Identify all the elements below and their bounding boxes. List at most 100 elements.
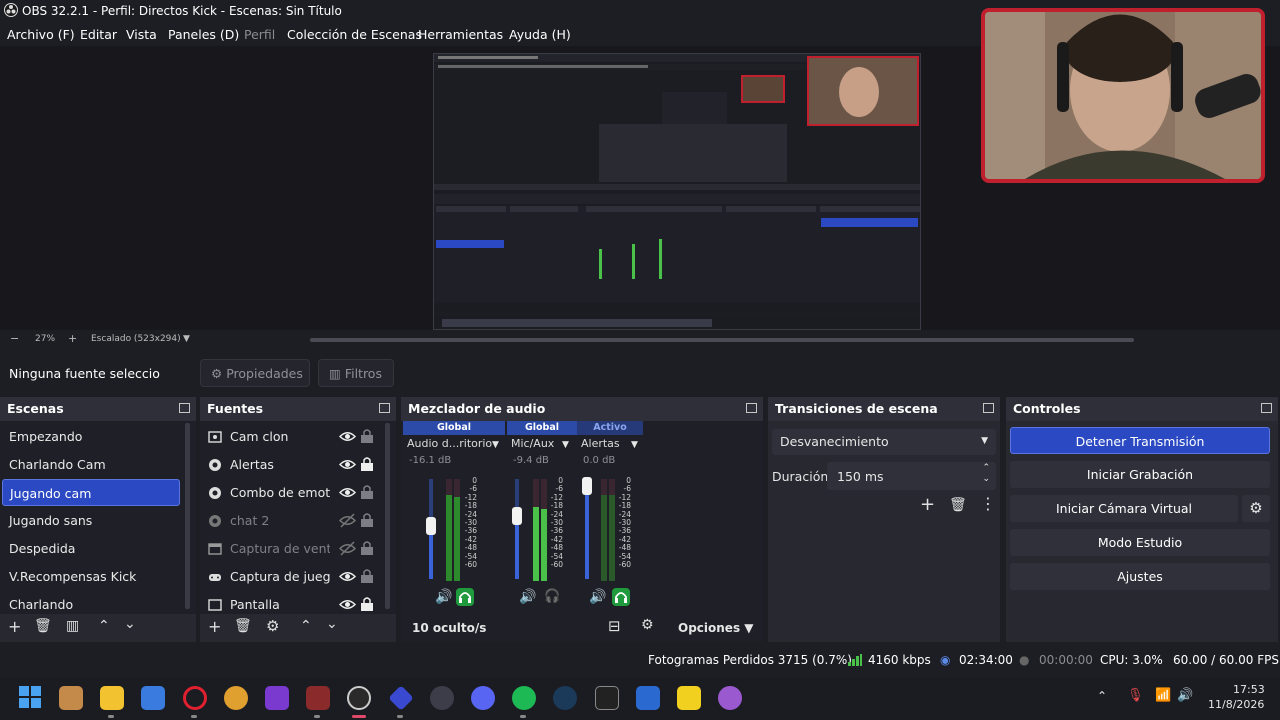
lock-icon[interactable] [360, 596, 374, 612]
windows-start-icon[interactable] [19, 686, 41, 708]
menu-paneles[interactable]: Paneles (D) [168, 27, 239, 42]
zoom-in-button[interactable]: + [68, 332, 77, 345]
spin-up-icon[interactable]: ⌃ [982, 463, 990, 473]
headphones-monitor-icon[interactable] [456, 588, 474, 606]
unlock-icon[interactable] [360, 568, 374, 584]
chrome-icon[interactable] [224, 686, 248, 710]
eye-hidden-icon[interactable] [339, 512, 356, 529]
folder-icon[interactable] [100, 686, 124, 710]
remove-scene-icon[interactable]: 🗑 [34, 618, 52, 634]
unlock-icon[interactable] [360, 428, 374, 444]
source-item[interactable]: Captura de ventana [204, 535, 376, 563]
unlock-icon[interactable] [360, 484, 374, 500]
remove-transition-icon[interactable]: 🗑 [949, 497, 967, 513]
move-down-icon[interactable]: ⌄ [124, 616, 136, 632]
filters-button[interactable]: ▥ Filtros [318, 359, 394, 387]
discord-icon[interactable] [471, 686, 495, 710]
source-item[interactable]: chat 2 [204, 507, 376, 535]
speaker-icon[interactable]: 🔊 [519, 589, 536, 605]
tray-overflow-icon[interactable]: ⌃ [1097, 689, 1107, 703]
spin-down-icon[interactable]: ⌄ [982, 474, 990, 484]
headphones-monitor-icon[interactable] [612, 588, 630, 606]
source-item[interactable]: Cam clon [204, 423, 376, 451]
start-recording-button[interactable]: Iniciar Grabación [1010, 461, 1270, 488]
channel-menu-icon[interactable]: ▼ [562, 440, 569, 450]
mixer-layout-icon[interactable]: ⊟ [608, 617, 621, 635]
headphones-off-icon[interactable]: 🎧 [544, 589, 560, 604]
add-source-icon[interactable]: + [208, 617, 221, 636]
transition-menu-icon[interactable]: ⋮ [980, 494, 996, 513]
twitch-app-icon[interactable] [718, 686, 742, 710]
transition-select[interactable]: Desvanecimiento ▼ [772, 429, 996, 455]
unlock-icon[interactable] [360, 512, 374, 528]
zoom-out-button[interactable]: − [10, 332, 19, 345]
scene-item[interactable]: Charlando [2, 591, 180, 613]
menu-archivo[interactable]: Archivo (F) [7, 27, 75, 42]
add-scene-icon[interactable]: + [8, 617, 21, 636]
undock-icon[interactable] [746, 403, 757, 413]
speaker-icon[interactable]: 🔊 [589, 589, 606, 605]
eye-icon[interactable] [339, 484, 356, 501]
scene-item[interactable]: Charlando Cam [2, 451, 180, 478]
clock-time[interactable]: 17:53 [1233, 683, 1265, 696]
undock-icon[interactable] [983, 403, 994, 413]
add-transition-icon[interactable]: + [920, 494, 935, 515]
opera-icon[interactable] [183, 686, 207, 710]
obs-icon[interactable] [347, 686, 371, 710]
move-down-icon[interactable]: ⌄ [326, 616, 338, 632]
scene-item[interactable]: V.Recompensas Kick [2, 563, 180, 590]
app-icon[interactable] [388, 685, 414, 711]
volume-slider-knob[interactable] [426, 517, 436, 535]
move-up-icon[interactable]: ⌃ [300, 618, 312, 634]
eye-icon[interactable] [339, 568, 356, 585]
channel-menu-icon[interactable]: ▼ [492, 440, 499, 450]
menu-vista[interactable]: Vista [126, 27, 157, 42]
steam-icon[interactable] [553, 686, 577, 710]
menu-ayuda[interactable]: Ayuda (H) [509, 27, 571, 42]
eye-hidden-icon[interactable] [339, 540, 356, 557]
menu-perfil[interactable]: Perfil [244, 27, 275, 42]
game-icon[interactable] [306, 686, 330, 710]
lock-icon[interactable] [360, 456, 374, 472]
file-explorer-icon[interactable] [59, 686, 83, 710]
menu-herramientas[interactable]: Herramientas [418, 27, 503, 42]
advanced-audio-icon[interactable]: ⚙ [641, 617, 654, 633]
source-item[interactable]: Captura de juego [204, 563, 376, 591]
unlock-icon[interactable] [360, 540, 374, 556]
vpn-icon[interactable] [636, 686, 660, 710]
preview-scrollbar[interactable] [310, 338, 1134, 342]
undock-icon[interactable] [379, 403, 390, 413]
speaker-icon[interactable]: 🔊 [435, 589, 452, 605]
epic-games-icon[interactable] [595, 686, 619, 710]
scale-dropdown-icon[interactable]: ▼ [183, 334, 190, 344]
mixer-options-button[interactable]: Opciones ▼ [678, 621, 754, 635]
virtual-camera-button[interactable]: Iniciar Cámara Virtual [1010, 495, 1238, 522]
menu-coleccion[interactable]: Colección de Escenas [287, 27, 422, 42]
volume-icon[interactable]: 🔊 [1177, 688, 1193, 703]
clipchamp-icon[interactable] [265, 686, 289, 710]
move-up-icon[interactable]: ⌃ [98, 618, 110, 634]
preview-canvas[interactable] [433, 53, 921, 330]
studio-mode-button[interactable]: Modo Estudio [1010, 529, 1270, 556]
volume-slider-knob[interactable] [512, 507, 522, 525]
scene-item[interactable]: Despedida [2, 535, 180, 562]
scene-filters-icon[interactable]: ▥ [66, 618, 79, 634]
clock-date[interactable]: 11/8/2026 [1208, 698, 1264, 711]
source-properties-icon[interactable]: ⚙ [266, 617, 279, 635]
microphone-icon[interactable]: 🎙 [1127, 688, 1144, 703]
stop-streaming-button[interactable]: Detener Transmisión [1010, 427, 1270, 454]
store-icon[interactable] [141, 686, 165, 710]
source-item[interactable]: Pantalla [204, 591, 376, 613]
source-item[interactable]: Combo de emotes [204, 479, 376, 507]
scene-item[interactable]: Jugando sans [2, 507, 180, 534]
sticky-notes-icon[interactable] [677, 686, 701, 710]
wifi-icon[interactable]: 📶 [1155, 688, 1171, 703]
volume-slider-knob[interactable] [582, 477, 592, 495]
scene-item[interactable]: Empezando [2, 423, 180, 450]
keyboard-app-icon[interactable] [430, 686, 454, 710]
eye-icon[interactable] [339, 596, 356, 613]
duration-spinbox[interactable]: 150 ms ⌃ ⌄ [827, 462, 996, 490]
scenes-scrollbar[interactable] [185, 423, 190, 609]
menu-editar[interactable]: Editar [80, 27, 117, 42]
properties-button[interactable]: ⚙ Propiedades [200, 359, 310, 387]
